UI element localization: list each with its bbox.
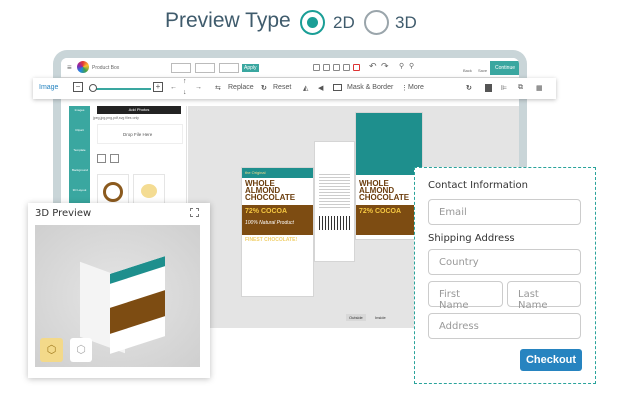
sidebar-item-clipart[interactable]: Clipart xyxy=(72,128,87,142)
landscape-icon[interactable] xyxy=(97,154,106,163)
tool-icon[interactable] xyxy=(323,64,330,71)
reset-button[interactable]: Reset xyxy=(273,84,291,91)
drop-zone[interactable]: Drop File Here xyxy=(97,124,183,144)
align-icon[interactable]: ⊫ xyxy=(501,84,507,92)
sidebar-item-background[interactable]: Background xyxy=(72,168,88,182)
radio-2d[interactable] xyxy=(300,10,325,35)
mask-icon xyxy=(333,84,342,91)
sidebar-item-images[interactable]: Images xyxy=(72,108,87,122)
select-1[interactable] xyxy=(171,63,191,73)
undo-icon[interactable]: ↶ xyxy=(369,61,377,72)
radio-3d-label[interactable]: 3D xyxy=(395,13,417,33)
layer-icon[interactable] xyxy=(485,84,492,92)
checkout-form: Contact Information Email Shipping Addre… xyxy=(414,167,596,384)
move-down-icon[interactable]: ↓ xyxy=(183,89,187,96)
back-button[interactable]: Back xyxy=(463,68,472,73)
box-face-side xyxy=(314,141,355,262)
app-name: Product Box xyxy=(92,65,120,71)
redo-icon[interactable]: ↷ xyxy=(381,61,389,72)
select-3[interactable] xyxy=(219,63,239,73)
3d-preview-title: 3D Preview xyxy=(35,208,92,219)
image-toolbar: Image − + ← ↑ ↓ → ⇆ Replace ↻ Reset ◭ ◀ … xyxy=(33,78,556,99)
add-photos-button[interactable]: Add Photos xyxy=(97,106,181,114)
zoom-in-button[interactable]: + xyxy=(153,82,163,92)
email-input[interactable]: Email xyxy=(428,199,581,225)
radio-3d[interactable] xyxy=(364,10,389,35)
address-input[interactable]: Address xyxy=(428,313,581,339)
fullscreen-icon[interactable] xyxy=(190,208,199,217)
flip-horizontal-icon[interactable]: ◭ xyxy=(303,84,308,92)
design-title: WHOLE ALMOND CHOCOLATE xyxy=(245,179,296,202)
flip-vertical-icon[interactable]: ◀ xyxy=(318,84,323,92)
rotate-icon[interactable]: ↻ xyxy=(466,84,472,92)
select-2[interactable] xyxy=(195,63,215,73)
sidebar-item-template[interactable]: Template xyxy=(72,148,87,162)
file-hint: jpeg,jpg,png,pdf,svg files only xyxy=(93,116,139,120)
contact-info-label: Contact Information xyxy=(428,180,528,191)
tool-icon[interactable] xyxy=(313,64,320,71)
tool-icon[interactable] xyxy=(333,64,340,71)
first-name-input[interactable]: First Name xyxy=(428,281,503,311)
move-left-icon[interactable]: ← xyxy=(170,84,177,91)
reset-icon: ↻ xyxy=(261,85,267,92)
design-tagline: the Original xyxy=(242,168,313,178)
more-icon: ⋮ xyxy=(401,85,408,92)
editor-topbar: ≡ Product Box Apply ↶ ↷ ⚲ ⚲ Back Save Co… xyxy=(61,58,519,78)
box-closed-view-button[interactable]: ⬡ xyxy=(40,338,63,362)
last-name-input[interactable]: Last Name xyxy=(507,281,581,311)
zoom-slider-handle[interactable] xyxy=(89,84,97,92)
shipping-address-label: Shipping Address xyxy=(428,233,515,244)
replace-button[interactable]: Replace xyxy=(228,84,254,91)
zoom-slider[interactable] xyxy=(89,88,151,90)
move-right-icon[interactable]: → xyxy=(195,84,202,91)
more-button[interactable]: More xyxy=(408,84,424,91)
replace-icon: ⇆ xyxy=(215,85,221,92)
apply-button[interactable]: Apply xyxy=(242,64,259,72)
delete-icon[interactable] xyxy=(353,64,360,71)
design-finest: FINEST CHOCOLATE! xyxy=(245,237,298,243)
zoom-in-icon[interactable]: ⚲ xyxy=(399,62,404,70)
country-input[interactable]: Country xyxy=(428,249,581,275)
menu-icon[interactable]: ≡ xyxy=(67,63,72,72)
sidebar-item-3d-layout[interactable]: 3D Layout xyxy=(72,188,87,202)
tab-inside[interactable]: Inside xyxy=(372,314,389,321)
zoom-out-button[interactable]: − xyxy=(73,82,83,92)
continue-button[interactable]: Continue xyxy=(490,61,519,75)
tab-outside[interactable]: Outside xyxy=(346,314,366,321)
box-open-view-button[interactable]: ⬡ xyxy=(70,338,92,362)
barcode-icon xyxy=(319,216,350,230)
zoom-out-icon[interactable]: ⚲ xyxy=(409,62,414,70)
arrange-icon[interactable]: ⧉ xyxy=(518,84,523,92)
radio-2d-label[interactable]: 2D xyxy=(333,13,355,33)
mask-border-button[interactable]: Mask & Border xyxy=(347,84,393,91)
toolbar-section-label: Image xyxy=(39,84,59,91)
design-cocoa-band: 72% COCOA 100% Natural Product xyxy=(242,205,313,235)
box-face-back: WHOLE ALMOND CHOCOLATE 72% COCOA xyxy=(355,112,423,240)
3d-preview-card: 3D Preview ⬡ ⬡ xyxy=(28,203,210,378)
save-button[interactable]: Save xyxy=(478,68,487,73)
portrait-icon[interactable] xyxy=(110,154,119,163)
preview-type-title: Preview Type xyxy=(165,9,291,32)
move-up-icon[interactable]: ↑ xyxy=(183,78,187,85)
checkout-button[interactable]: Checkout xyxy=(520,349,582,371)
tool-icon[interactable] xyxy=(343,64,350,71)
box-face-front: the Original WHOLE ALMOND CHOCOLATE 72% CO… xyxy=(241,167,314,297)
3d-viewport[interactable]: ⬡ ⬡ xyxy=(35,225,200,367)
logo-icon xyxy=(77,61,89,73)
grid-icon[interactable]: ▦ xyxy=(536,84,543,92)
